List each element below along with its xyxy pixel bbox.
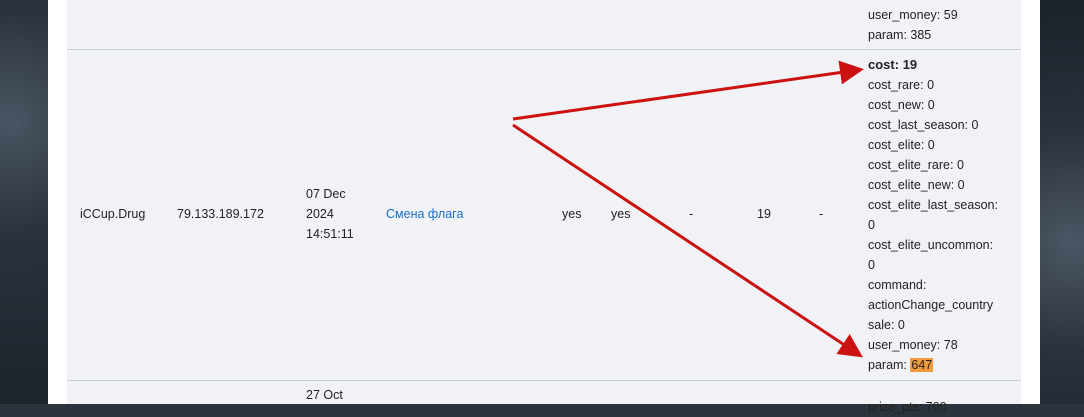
param-cost-elite-rare: cost_elite_rare: 0 [868, 158, 964, 172]
param-cost-last-season: cost_last_season: 0 [868, 118, 979, 132]
param-cost: cost: 19 [868, 57, 918, 72]
table-row-next: 27 Oct prize_pts: 700 [67, 381, 1021, 414]
params-cell: user_money: 59 param: 385 [868, 5, 1018, 45]
background-left-art [0, 0, 48, 404]
param-user-money: user_money: 59 [868, 8, 958, 22]
param-cost-elite-uncommon: cost_elite_uncommon: 0 [868, 238, 994, 272]
date-cell: 27 Oct [306, 388, 343, 402]
log-table: user_money: 59 param: 385 iCCup.Drug 79.… [48, 0, 1040, 414]
param-command: command: actionChange_country [868, 278, 994, 312]
amount-cell: 19 [757, 207, 771, 221]
param-user-money: user_money: 78 [868, 338, 958, 352]
param-cost-elite-last-season: cost_elite_last_season: 0 [868, 198, 998, 232]
param-sale: sale: 0 [868, 318, 905, 332]
param-cost-rare: cost_rare: 0 [868, 78, 935, 92]
highlighted-value: 647 [910, 358, 934, 372]
flag-cell-1: yes [562, 207, 582, 221]
param-cost-elite-new: cost_elite_new: 0 [868, 178, 965, 192]
param-cost-elite: cost_elite: 0 [868, 138, 935, 152]
date-cell: 07 Dec 2024 14:51:11 [306, 187, 354, 241]
user-cell: iCCup.Drug [80, 207, 146, 221]
flag-cell-2: yes [611, 207, 631, 221]
empty-cell-1: - [689, 207, 694, 221]
param-param: param: 647 [868, 358, 934, 372]
background-right-art [1040, 0, 1084, 404]
param-param: param: 385 [868, 28, 932, 42]
param-prize-pts: prize_pts: 700 [868, 400, 947, 414]
action-link[interactable]: Смена флага [386, 204, 463, 224]
table-row: iCCup.Drug 79.133.189.172 07 Dec 2024 14… [67, 50, 1021, 381]
params-cell: cost: 19 cost_rare: 0 cost_new: 0 cost_l… [868, 55, 1018, 375]
ip-cell: 79.133.189.172 [177, 207, 264, 221]
table-row-previous: user_money: 59 param: 385 [67, 0, 1021, 50]
empty-cell-2: - [819, 207, 824, 221]
param-cost-new: cost_new: 0 [868, 98, 935, 112]
